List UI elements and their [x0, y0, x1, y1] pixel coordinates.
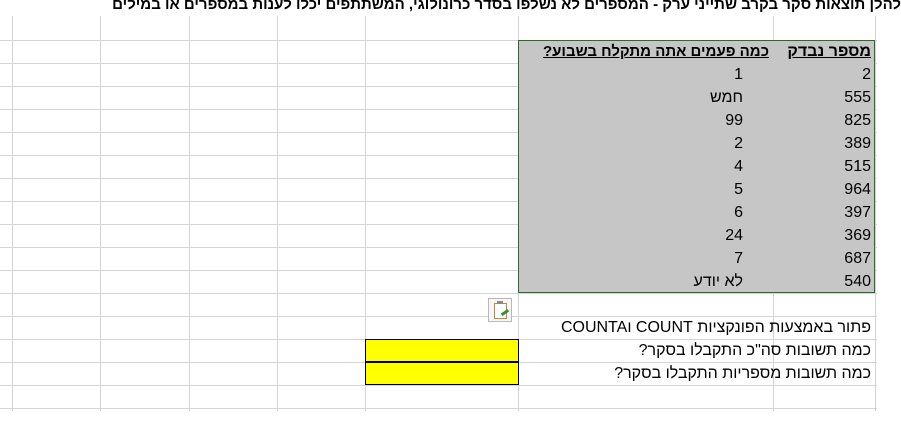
gridline	[277, 16, 278, 411]
cell-answer[interactable]: 5	[518, 178, 773, 201]
cell-answer[interactable]: 4	[518, 155, 773, 178]
cell-answer[interactable]: 7	[518, 247, 773, 270]
cell-id[interactable]: 515	[773, 155, 875, 178]
header-cell-answer[interactable]: כמה פעמים אתה מתקלח בשבוע?	[518, 40, 773, 63]
cell-id[interactable]: 2	[773, 63, 875, 86]
gridline	[189, 16, 190, 411]
paste-options-icon[interactable]	[488, 298, 512, 322]
gridline	[0, 293, 877, 294]
cell-answer[interactable]: לא יודע	[518, 270, 773, 293]
instructions-text[interactable]: פתור באמצעות הפונקציות COUNT וCOUNTA	[518, 316, 875, 339]
cell-answer[interactable]: 2	[518, 132, 773, 155]
cell-id[interactable]: 825	[773, 109, 875, 132]
cell-id[interactable]: 389	[773, 132, 875, 155]
cell-id[interactable]: 397	[773, 201, 875, 224]
gridline	[875, 16, 876, 411]
cell-id[interactable]: 964	[773, 178, 875, 201]
header-cell-id[interactable]: מספר נבדק	[773, 40, 875, 63]
cell-id[interactable]: 540	[773, 270, 875, 293]
answer-input-total[interactable]	[365, 339, 519, 362]
cell-id[interactable]: 687	[773, 247, 875, 270]
gridline	[12, 16, 13, 411]
sheet-title[interactable]: להלן תוצאות סקר בקרב שתייני ערק - המספרי…	[0, 0, 901, 16]
cell-answer[interactable]: 1	[518, 63, 773, 86]
cell-id[interactable]: 555	[773, 86, 875, 109]
cell-answer[interactable]: 6	[518, 201, 773, 224]
cell-answer[interactable]: 99	[518, 109, 773, 132]
cell-answer[interactable]: חמש	[518, 86, 773, 109]
answer-input-numeric[interactable]	[365, 362, 519, 385]
cell-id[interactable]: 369	[773, 224, 875, 247]
cell-answer[interactable]: 24	[518, 224, 773, 247]
question-total-answers[interactable]: כמה תשובות סה"כ התקבלו בסקר?	[518, 339, 875, 362]
gridline	[100, 16, 101, 411]
gridline	[0, 408, 877, 409]
question-numeric-answers[interactable]: כמה תשובות מספריות התקבלו בסקר?	[518, 362, 875, 385]
gridline	[0, 385, 877, 386]
clipboard-clip-shape	[497, 301, 503, 304]
